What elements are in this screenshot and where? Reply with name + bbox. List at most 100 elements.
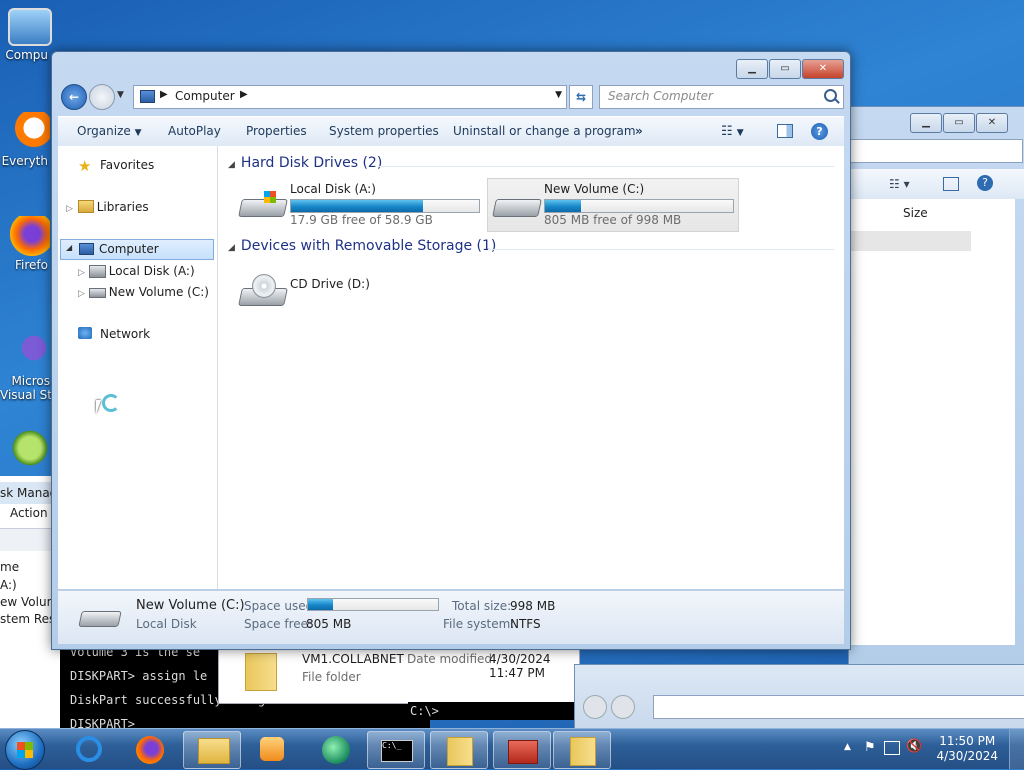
- computer-icon: [8, 8, 52, 46]
- group-removable-label: Devices with Removable Storage (1): [240, 238, 497, 254]
- nav-network[interactable]: Network: [78, 327, 150, 341]
- folder-name[interactable]: VM1.COLLABNET: [302, 652, 404, 666]
- background-explorer-window[interactable]: ▁ ▭ ✕ ☷ ▾ ? Size: [848, 106, 1024, 668]
- nav-favorites[interactable]: ★ Favorites: [78, 157, 154, 175]
- toolbox-icon: [508, 740, 538, 764]
- minimize-button[interactable]: ▁: [736, 59, 768, 79]
- search-input[interactable]: Search Computer: [599, 85, 844, 109]
- taskbar-command-prompt[interactable]: C:\_: [367, 731, 425, 769]
- desktop-icon-label: Compu: [5, 48, 48, 62]
- refresh-button[interactable]: ⇆: [569, 85, 593, 109]
- preview-pane-icon[interactable]: [943, 177, 959, 191]
- preview-pane-icon[interactable]: [777, 124, 793, 138]
- nav-new-volume-c[interactable]: ▷ New Volume (C:): [78, 285, 209, 299]
- drive-cd-d[interactable]: CD Drive (D:): [234, 264, 484, 316]
- search-icon[interactable]: [824, 89, 837, 102]
- properties-button[interactable]: Properties: [246, 124, 307, 138]
- expand-arrow-icon[interactable]: ▷: [78, 268, 85, 278]
- folder-icon: [570, 737, 596, 766]
- network-icon: [78, 327, 92, 339]
- volume-row[interactable]: A:): [0, 578, 17, 592]
- address-bar[interactable]: [653, 695, 1024, 719]
- address-dropdown-icon[interactable]: ▼: [555, 90, 562, 100]
- drive-free-space: 805 MB free of 998 MB: [544, 213, 682, 227]
- organize-button[interactable]: Organize ▼: [77, 124, 142, 138]
- volume-row[interactable]: ew Volum: [0, 595, 58, 609]
- views-icon[interactable]: ☷ ▾: [889, 177, 910, 191]
- expand-arrow-icon[interactable]: ▷: [78, 289, 85, 299]
- internet-explorer-icon: [76, 736, 102, 762]
- nav-libraries-label: Libraries: [96, 200, 149, 214]
- forward-button[interactable]: [611, 695, 635, 719]
- drive-new-volume-c[interactable]: New Volume (C:) 805 MB free of 998 MB: [487, 178, 739, 232]
- maximize-button[interactable]: ▭: [943, 113, 975, 133]
- breadcrumb-arrow-icon[interactable]: ▶: [240, 89, 248, 100]
- command-prompt[interactable]: C:\>: [408, 702, 578, 720]
- clock[interactable]: 11:50 PM 4/30/2024: [936, 734, 998, 764]
- taskbar-firefox[interactable]: [122, 731, 178, 767]
- help-icon[interactable]: ?: [977, 175, 993, 191]
- taskbar-explorer[interactable]: [183, 731, 241, 769]
- folder-modified: 4/30/2024 11:47 PM: [489, 652, 551, 680]
- volume-muted-icon[interactable]: 🔇: [906, 739, 922, 754]
- autoplay-button[interactable]: AutoPlay: [168, 124, 221, 138]
- taskbar-media-player[interactable]: [244, 731, 300, 767]
- taskbar-internet-explorer[interactable]: [62, 731, 118, 767]
- column-size[interactable]: Size: [903, 206, 928, 220]
- search-box[interactable]: [849, 139, 1023, 163]
- show-hidden-icons-icon[interactable]: ▲: [844, 742, 851, 752]
- system-properties-button[interactable]: System properties: [329, 124, 439, 138]
- recent-pages-dropdown[interactable]: ▼: [117, 90, 124, 100]
- close-button[interactable]: ✕: [802, 59, 844, 79]
- forward-button[interactable]: [89, 84, 115, 110]
- network-status-icon[interactable]: [884, 741, 900, 755]
- nav-libraries[interactable]: ▷ Libraries: [66, 200, 149, 214]
- folder-modified-label: Date modified:: [407, 652, 497, 666]
- group-header-hard-disk-drives[interactable]: ◢ Hard Disk Drives (2): [228, 155, 382, 171]
- taskbar-computer-management[interactable]: [493, 731, 551, 769]
- more-commands-button[interactable]: »: [635, 124, 643, 138]
- hard-drive-windows-icon: [238, 189, 288, 221]
- collapse-group-icon[interactable]: ◢: [228, 243, 235, 253]
- desktop-icon-label: Firefo: [15, 258, 48, 272]
- minimize-button[interactable]: ▁: [910, 113, 942, 133]
- action-menu[interactable]: Action: [10, 506, 48, 520]
- show-desktop-button[interactable]: [1009, 729, 1024, 769]
- explorer-window[interactable]: ▁ ▭ ✕ ← ▼ ▶ Computer ▶ ▼ ⇆ Search Comput…: [51, 51, 851, 650]
- content-pane: ◢ Hard Disk Drives (2) Local Disk (A:) 17…: [218, 146, 844, 589]
- breadcrumb-arrow-icon[interactable]: ▶: [160, 89, 168, 100]
- space-free-label: Space free:: [244, 617, 313, 631]
- start-button[interactable]: [5, 730, 45, 770]
- breadcrumb-computer[interactable]: Computer: [175, 89, 235, 103]
- back-button[interactable]: ←: [61, 84, 87, 110]
- address-bar[interactable]: ▶ Computer ▶ ▼: [133, 85, 567, 109]
- drive-local-disk-a[interactable]: Local Disk (A:) 17.9 GB free of 58.9 GB: [234, 179, 484, 231]
- close-button[interactable]: ✕: [976, 113, 1008, 133]
- volume-row[interactable]: stem Res: [0, 612, 55, 626]
- drive-usage-bar: [290, 199, 480, 213]
- taskbar-app[interactable]: [308, 731, 364, 767]
- taskbar-explorer-2[interactable]: [430, 731, 488, 769]
- computer-icon: [140, 90, 155, 103]
- nav-computer[interactable]: ◢ Computer: [60, 239, 214, 260]
- expand-arrow-icon[interactable]: ▷: [66, 204, 73, 214]
- change-view-icon[interactable]: ☷ ▼: [721, 124, 744, 139]
- firefox-icon: [136, 736, 164, 764]
- nav-local-disk-a[interactable]: ▷ Local Disk (A:): [78, 264, 195, 278]
- drive-usage-bar: [544, 199, 734, 213]
- folder-type: File folder: [302, 670, 361, 684]
- nav-network-label: Network: [100, 327, 151, 341]
- action-center-flag-icon[interactable]: ⚑: [864, 740, 876, 755]
- back-button[interactable]: [583, 695, 607, 719]
- folder-window[interactable]: VM1.COLLABNET Date modified: 4/30/2024 1…: [218, 646, 580, 704]
- taskbar-explorer-3[interactable]: [553, 731, 611, 769]
- collapse-group-icon[interactable]: ◢: [228, 160, 235, 170]
- bottom-window[interactable]: [574, 664, 1024, 730]
- group-header-removable-storage[interactable]: ◢ Devices with Removable Storage (1): [228, 238, 496, 254]
- collapse-arrow-icon[interactable]: ◢: [66, 243, 72, 252]
- group-hdd-label: Hard Disk Drives (2): [240, 155, 383, 171]
- uninstall-program-button[interactable]: Uninstall or change a program: [453, 124, 636, 138]
- maximize-button[interactable]: ▭: [769, 59, 801, 79]
- help-icon[interactable]: ?: [811, 123, 828, 140]
- app-icon: [322, 736, 350, 764]
